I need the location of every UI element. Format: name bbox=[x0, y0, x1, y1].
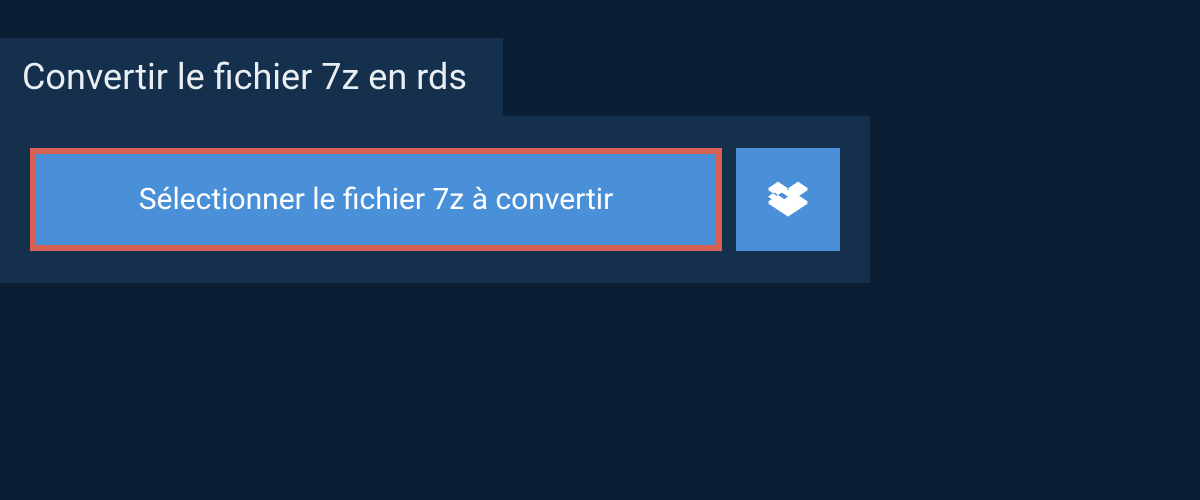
select-file-button[interactable]: Sélectionner le fichier 7z à convertir bbox=[30, 148, 722, 251]
dropbox-icon bbox=[768, 180, 808, 220]
upload-panel: Sélectionner le fichier 7z à convertir bbox=[0, 116, 870, 283]
page-title-tab: Convertir le fichier 7z en rds bbox=[0, 38, 503, 116]
page-title: Convertir le fichier 7z en rds bbox=[22, 56, 467, 98]
select-file-label: Sélectionner le fichier 7z à convertir bbox=[139, 182, 614, 217]
dropbox-button[interactable] bbox=[736, 148, 840, 251]
